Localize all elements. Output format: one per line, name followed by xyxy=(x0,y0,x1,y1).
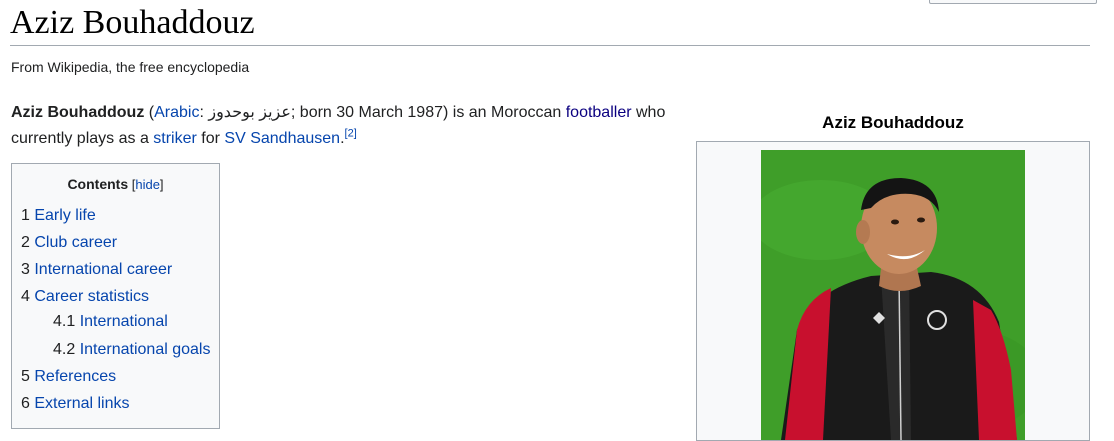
toc-number: 3 xyxy=(21,261,30,278)
arabic-link[interactable]: Arabic xyxy=(154,104,199,121)
lead-subject-name: Aziz Bouhaddouz xyxy=(11,104,145,121)
lead-paragraph: Aziz Bouhaddouz (Arabic: عزيز بوحدوز; bo… xyxy=(11,100,671,152)
toc-item-external-links[interactable]: 6 External links xyxy=(21,395,130,413)
player-photo[interactable] xyxy=(761,150,1025,440)
toc-number: 4.1 xyxy=(53,313,76,330)
player-photo-illustration xyxy=(761,150,1025,440)
toc-link[interactable]: Early life xyxy=(34,207,95,224)
table-of-contents: Contents [hide] 1 Early life 2 Club care… xyxy=(11,163,220,429)
toc-link[interactable]: References xyxy=(34,368,116,385)
club-link[interactable]: SV Sandhausen xyxy=(224,130,340,147)
toc-item-references[interactable]: 5 References xyxy=(21,368,116,386)
toc-link[interactable]: International career xyxy=(34,261,172,278)
toc-number: 1 xyxy=(21,207,30,224)
toc-item-international-career[interactable]: 3 International career xyxy=(21,261,172,279)
toc-link[interactable]: Career statistics xyxy=(34,288,149,305)
toc-number: 2 xyxy=(21,234,30,251)
toc-item-early-life[interactable]: 1 Early life xyxy=(21,207,96,225)
toc-item-career-statistics[interactable]: 4 Career statistics xyxy=(21,288,149,306)
infobox-caption: Aziz Bouhaddouz xyxy=(822,113,964,132)
toc-title: Contents xyxy=(67,176,129,192)
toc-hide-bracket: ] xyxy=(159,177,164,192)
toc-item-international[interactable]: 4.1 International xyxy=(53,313,168,331)
lead-text: ; born 30 March 1987) is an Moroccan xyxy=(290,104,566,121)
toc-item-international-goals[interactable]: 4.2 International goals xyxy=(53,341,210,359)
title-divider xyxy=(10,45,1090,46)
footballer-link[interactable]: footballer xyxy=(566,104,632,121)
toc-number: 5 xyxy=(21,368,30,385)
site-tagline: From Wikipedia, the free encyclopedia xyxy=(11,59,250,75)
toc-hide-toggle[interactable]: hide xyxy=(135,177,160,192)
lead-text: for xyxy=(196,130,225,147)
page-title: Aziz Bouhaddouz xyxy=(10,4,255,41)
toc-link[interactable]: External links xyxy=(34,395,129,412)
toc-header: Contents [hide] xyxy=(12,176,219,192)
toc-number: 4.2 xyxy=(53,341,76,358)
toc-link[interactable]: International goals xyxy=(80,341,211,358)
top-right-control[interactable] xyxy=(929,0,1097,4)
toc-link[interactable]: Club career xyxy=(34,234,117,251)
toc-link[interactable]: International xyxy=(80,313,168,330)
toc-item-club-career[interactable]: 2 Club career xyxy=(21,234,117,252)
arabic-name: : عزيز بوحدوز xyxy=(199,104,291,121)
toc-number: 4 xyxy=(21,288,30,305)
lead-text: ( xyxy=(144,104,155,121)
toc-number: 6 xyxy=(21,395,30,412)
reference-link[interactable]: [2] xyxy=(345,128,357,140)
striker-link[interactable]: striker xyxy=(153,130,197,147)
